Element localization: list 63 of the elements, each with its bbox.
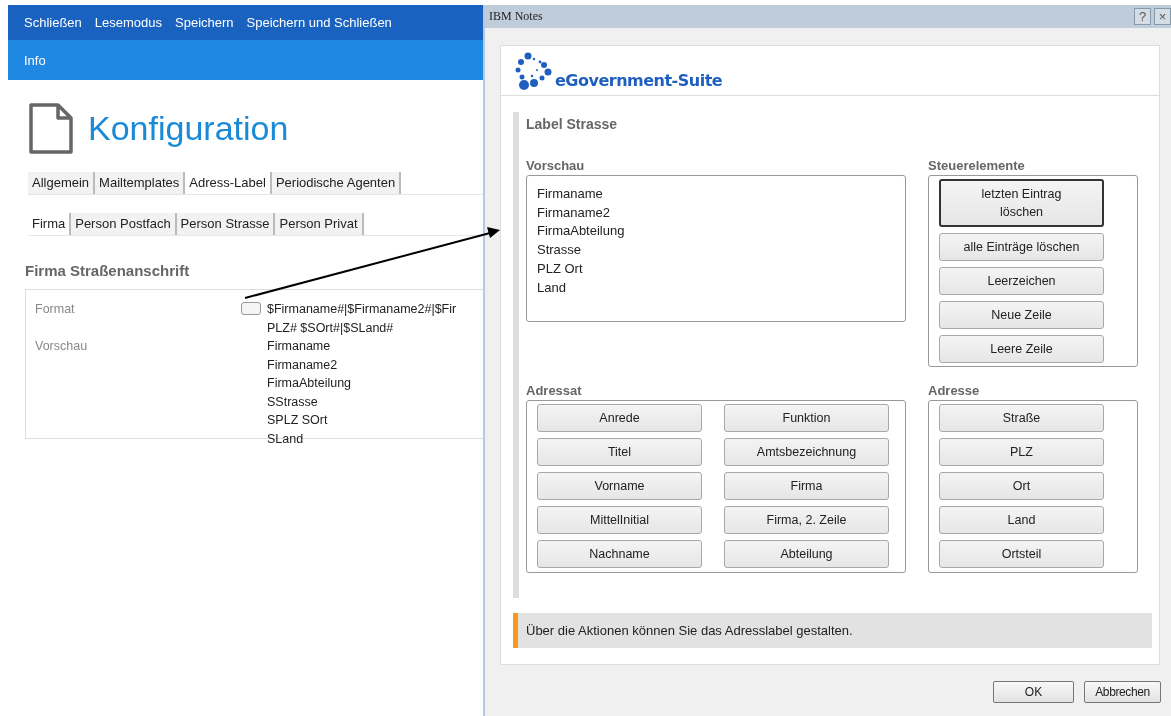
field-button[interactable]: MittelInitial bbox=[537, 506, 702, 534]
group-label: Adresse bbox=[928, 383, 981, 398]
field-button[interactable]: PLZ bbox=[939, 438, 1104, 466]
field-button[interactable]: Anrede bbox=[537, 404, 702, 432]
brand-name: eGovernment-Suite bbox=[555, 71, 723, 90]
window-title: IBM Notes bbox=[489, 9, 544, 24]
dialog-button[interactable]: OK bbox=[993, 681, 1074, 703]
action-link[interactable]: Lesemodus bbox=[94, 15, 163, 30]
preview-line: Strasse bbox=[537, 241, 583, 260]
field-button[interactable]: Firma bbox=[724, 472, 889, 500]
dialog-button[interactable]: Abbrechen bbox=[1084, 681, 1161, 703]
field-button[interactable]: Ort bbox=[939, 472, 1104, 500]
tab[interactable]: Person Postfach bbox=[71, 213, 177, 235]
dialog-heading: Label Strasse bbox=[526, 116, 619, 132]
field-value-line: PLZ# $SOrt#|$SLand# bbox=[267, 319, 395, 337]
field-button[interactable]: Ortsteil bbox=[939, 540, 1104, 568]
preview-line: Land bbox=[537, 278, 567, 297]
preview-line: Firmaname2 bbox=[537, 203, 611, 222]
field-label: Format bbox=[35, 301, 76, 318]
group-label: Vorschau bbox=[526, 158, 586, 173]
field-button[interactable]: Funktion bbox=[724, 404, 889, 432]
action-button[interactable]: letzten Eintrag löschen bbox=[939, 179, 1104, 227]
field-button[interactable]: Firma, 2. Zeile bbox=[724, 506, 889, 534]
action-link[interactable]: Schließen bbox=[24, 15, 82, 30]
field-value-line: SPLZ SOrt bbox=[267, 412, 329, 429]
group-label: Adressat bbox=[526, 383, 583, 398]
field-label: Vorschau bbox=[35, 338, 89, 355]
hint-message: Über die Aktionen können Sie das Adresslabel gestalten. bbox=[513, 613, 1152, 648]
section-title: Firma Straßenanschrift bbox=[25, 262, 191, 279]
field-button[interactable]: Nachname bbox=[537, 540, 702, 568]
preview-line: FirmaAbteilung bbox=[537, 222, 626, 241]
title-bar-button[interactable]: × bbox=[1154, 8, 1171, 25]
action-button[interactable]: alle Einträge löschen bbox=[939, 233, 1104, 261]
field-button[interactable]: Land bbox=[939, 506, 1104, 534]
action-button[interactable]: Leere Zeile bbox=[939, 335, 1104, 363]
field-button[interactable]: Straße bbox=[939, 404, 1104, 432]
action-button[interactable]: Neue Zeile bbox=[939, 301, 1104, 329]
preview-line: Firmaname bbox=[537, 185, 604, 203]
field-value-line: SStrasse bbox=[267, 393, 319, 411]
tab[interactable]: Periodische Agenten bbox=[271, 172, 402, 194]
action-link[interactable]: Speichern und Schließen bbox=[246, 15, 392, 30]
field-value-line: SLand bbox=[267, 430, 305, 448]
field-button[interactable]: Vorname bbox=[537, 472, 702, 500]
field-value-line: Firmaname bbox=[267, 338, 332, 355]
checkbox[interactable] bbox=[241, 302, 261, 315]
group-label: Steuerelemente bbox=[928, 158, 1026, 173]
ribbon-tab[interactable]: Info bbox=[24, 52, 46, 68]
document-icon bbox=[28, 101, 74, 155]
page-title: Konfiguration bbox=[88, 108, 289, 148]
field-button[interactable]: Abteilung bbox=[724, 540, 889, 568]
field-value-line: FirmaAbteilung bbox=[267, 375, 352, 392]
title-bar-button[interactable]: ? bbox=[1134, 8, 1151, 25]
preview-line: PLZ Ort bbox=[537, 259, 584, 278]
field-button[interactable]: Titel bbox=[537, 438, 702, 466]
tab[interactable]: Person Strasse bbox=[176, 213, 276, 235]
tab[interactable]: Person Privat bbox=[275, 213, 364, 235]
action-button[interactable]: Leerzeichen bbox=[939, 267, 1104, 295]
field-button[interactable]: Amtsbezeichnung bbox=[724, 438, 889, 466]
field-value-line: $Firmaname#|$Firmaname2#|$Fir bbox=[267, 301, 457, 318]
field-value-line: Firmaname2 bbox=[267, 356, 339, 374]
tab[interactable]: Allgemein bbox=[28, 172, 96, 194]
action-link[interactable]: Speichern bbox=[175, 15, 234, 30]
tab[interactable]: Mailtemplates bbox=[95, 172, 186, 194]
